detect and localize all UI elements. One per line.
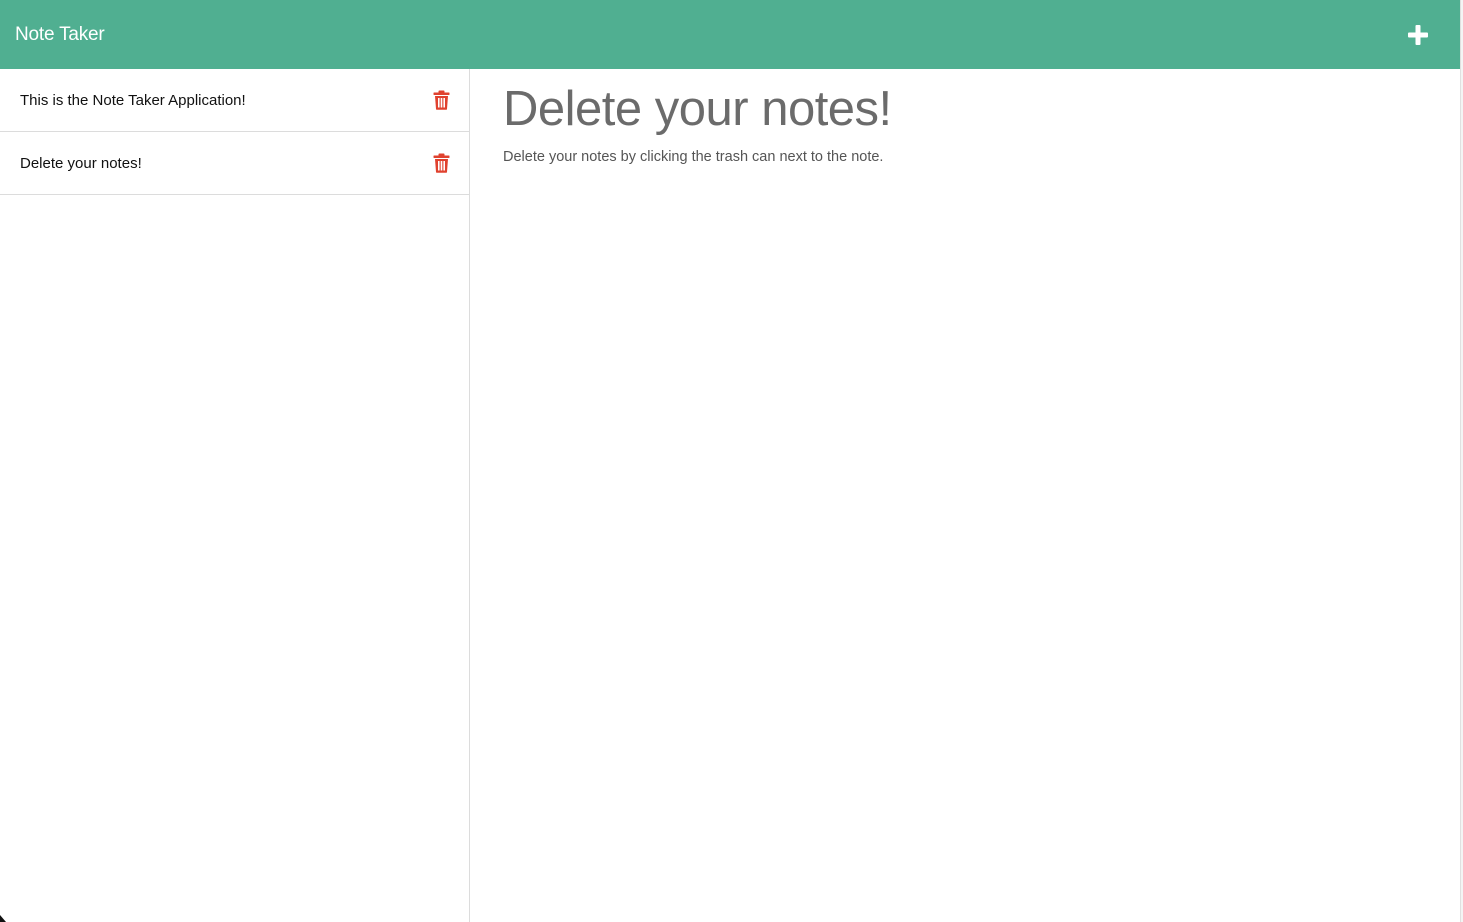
note-text[interactable]: Delete your notes by clicking the trash …	[503, 149, 883, 165]
note-title[interactable]: Delete your notes!	[503, 81, 892, 137]
note-list-sidebar: This is the Note Taker Application! Dele…	[0, 69, 470, 922]
trash-icon[interactable]	[433, 90, 450, 110]
new-note-button[interactable]	[1403, 20, 1433, 50]
trash-icon[interactable]	[433, 153, 450, 173]
note-list-item[interactable]: Delete your notes!	[0, 132, 469, 195]
note-list: This is the Note Taker Application! Dele…	[0, 69, 469, 195]
note-list-item[interactable]: This is the Note Taker Application!	[0, 69, 469, 132]
note-item-title[interactable]: Delete your notes!	[20, 155, 142, 172]
navbar: Note Taker	[0, 0, 1460, 69]
note-item-title[interactable]: This is the Note Taker Application!	[20, 92, 246, 109]
plus-icon	[1408, 24, 1428, 45]
app-title[interactable]: Note Taker	[15, 24, 105, 46]
note-view: Delete your notes! Delete your notes by …	[471, 69, 1460, 922]
